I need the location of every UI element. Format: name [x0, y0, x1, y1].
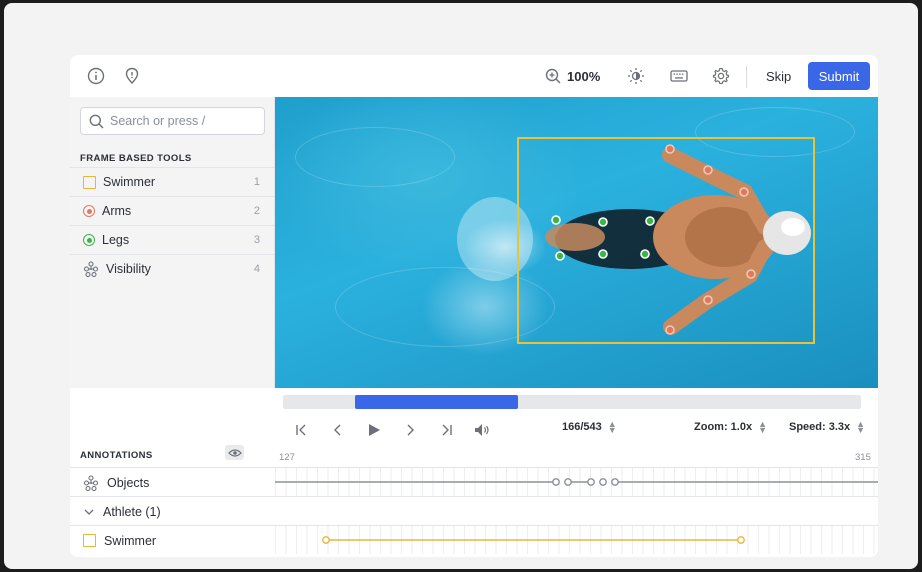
annotation-app: 100% Skip Submit FRAME BASED TOOLS Swimm…	[70, 55, 878, 557]
window-frame: 100% Skip Submit FRAME BASED TOOLS Swimm…	[4, 3, 918, 569]
brightness-icon[interactable]	[626, 66, 646, 86]
info-icon[interactable]	[86, 66, 106, 86]
frame-counter-text: 166/543	[562, 421, 602, 433]
stepper-icon[interactable]: ▲ ▼	[608, 420, 617, 435]
skip-button[interactable]: Skip	[762, 63, 795, 89]
point-icon	[83, 234, 95, 246]
play-icon[interactable]	[364, 420, 384, 440]
annotation-row-label: Objects	[83, 468, 149, 497]
annotation-row-text: Objects	[107, 475, 150, 490]
annotation-row-label: Athlete (1)	[83, 497, 161, 526]
zoom-level-control[interactable]: 100%	[545, 66, 600, 86]
tool-swimmer[interactable]: Swimmer 1	[70, 167, 274, 196]
annotation-row-text: Swimmer	[104, 533, 157, 548]
playback-progress-fill[interactable]	[355, 395, 518, 409]
annotation-row-objects[interactable]: Objects	[70, 467, 878, 496]
bounding-box-icon	[83, 175, 96, 189]
tool-shortcut: 2	[253, 205, 260, 217]
playback-controls	[292, 420, 508, 440]
annotation-row-athlete[interactable]: Athlete (1)	[70, 496, 878, 525]
stepper-icon[interactable]: ▲ ▼	[758, 420, 767, 435]
playback-speed-control[interactable]: Speed: 3.3x ▲ ▼	[789, 420, 865, 435]
tool-arms[interactable]: Arms 2	[70, 196, 274, 225]
keyboard-icon[interactable]	[669, 66, 689, 86]
timeline-range-start: 127	[279, 452, 295, 463]
tool-visibility[interactable]: Visibility 4	[70, 254, 274, 283]
tool-shortcut: 1	[253, 176, 260, 188]
eye-icon[interactable]	[225, 445, 244, 460]
timeline-lane[interactable]	[275, 468, 878, 496]
annotation-row-text: Athlete (1)	[103, 504, 161, 519]
search-box[interactable]	[80, 107, 265, 135]
timeline-zoom-text: Zoom: 1.0x	[694, 421, 753, 433]
annotation-row-swimmer[interactable]: Swimmer	[70, 525, 878, 554]
timeline-zoom-control[interactable]: Zoom: 1.0x ▲ ▼	[694, 420, 767, 435]
previous-frame-icon[interactable]	[328, 420, 348, 440]
tool-label: Visibility	[106, 262, 151, 276]
playback-progress-bar[interactable]	[283, 395, 861, 409]
skeleton-icon	[83, 474, 99, 491]
skip-to-start-icon[interactable]	[292, 420, 312, 440]
annotations-heading: ANNOTATIONS	[80, 450, 153, 461]
tool-shortcut: 3	[253, 234, 260, 246]
tool-label: Arms	[102, 204, 132, 218]
point-icon	[83, 205, 95, 217]
skip-to-end-icon[interactable]	[436, 420, 456, 440]
settings-icon[interactable]	[711, 66, 731, 86]
swimmer-keyframe-track	[322, 536, 745, 544]
volume-icon[interactable]	[472, 420, 492, 440]
chevron-down-icon[interactable]	[83, 506, 95, 518]
search-input[interactable]	[110, 114, 260, 128]
tool-legs[interactable]: Legs 3	[70, 225, 274, 254]
playback-speed-text: Speed: 3.3x	[789, 421, 851, 433]
skeleton-icon	[83, 261, 99, 277]
tool-label: Legs	[102, 233, 130, 247]
annotation-row-label: Swimmer	[83, 526, 156, 555]
toolbar-divider	[746, 66, 747, 88]
frame-tools-heading: FRAME BASED TOOLS	[80, 153, 192, 164]
keypoints-overlay	[551, 144, 756, 335]
next-frame-icon[interactable]	[400, 420, 420, 440]
timeline-range-end: 315	[855, 452, 871, 463]
video-canvas[interactable]	[275, 97, 878, 388]
frame-counter[interactable]: 166/543 ▲ ▼	[562, 420, 617, 435]
bounding-box-icon	[83, 534, 96, 547]
submit-button[interactable]: Submit	[808, 62, 870, 90]
top-toolbar: 100% Skip Submit	[70, 55, 878, 97]
search-icon	[89, 114, 104, 129]
zoom-level-text: 100%	[567, 68, 601, 84]
tool-shortcut: 4	[253, 263, 260, 275]
timeline-lane[interactable]	[275, 526, 878, 554]
objects-keyframe-track	[275, 478, 878, 486]
tools-sidebar: FRAME BASED TOOLS Swimmer 1 Arms 2 Legs …	[70, 97, 275, 388]
zoom-in-icon	[545, 68, 561, 84]
pin-icon[interactable]	[122, 66, 142, 86]
tool-list: Swimmer 1 Arms 2 Legs 3 Visibility 4	[70, 167, 274, 283]
stepper-icon[interactable]: ▲ ▼	[856, 420, 865, 435]
tool-label: Swimmer	[103, 175, 156, 189]
